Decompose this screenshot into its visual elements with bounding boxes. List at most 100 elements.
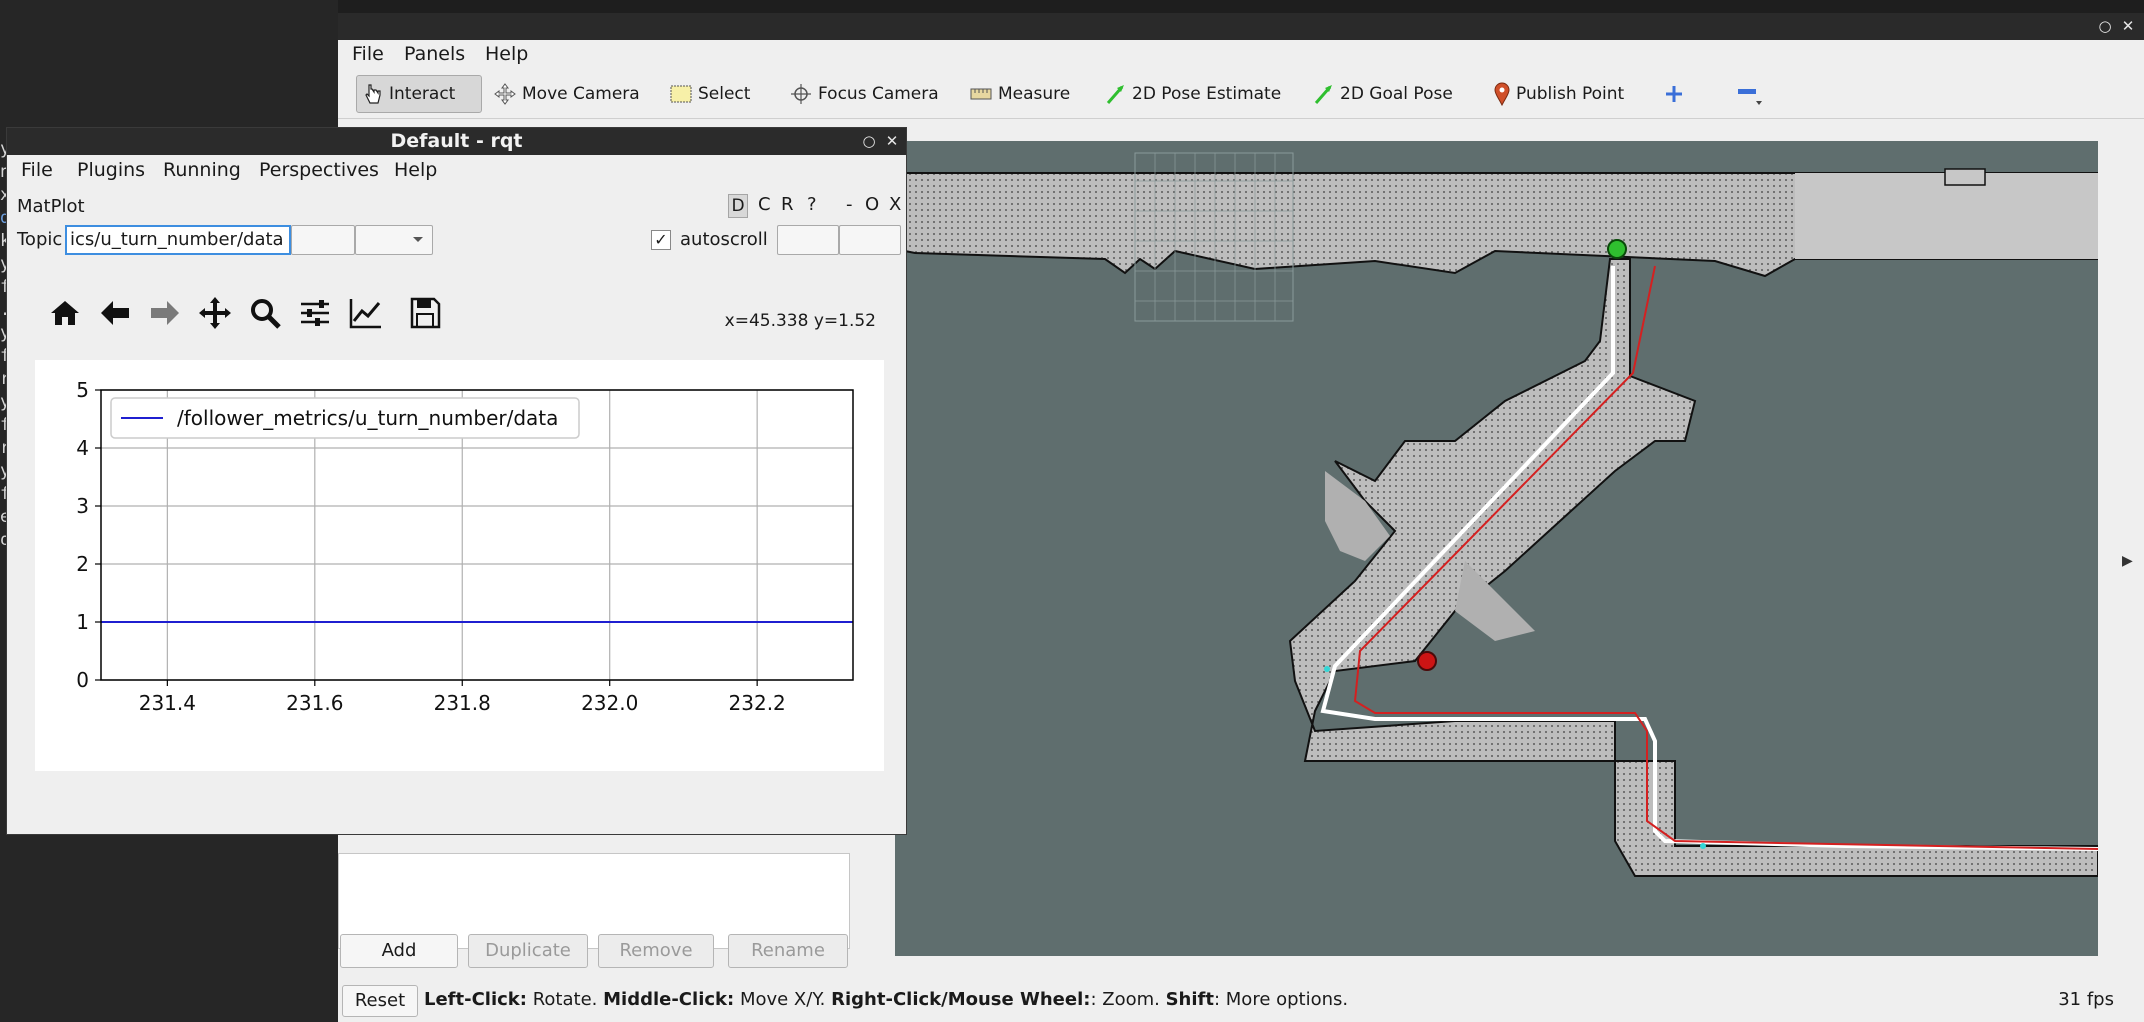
select-icon <box>670 85 692 103</box>
rqt-menu-help[interactable]: Help <box>392 159 439 181</box>
restore-icon[interactable]: ○ <box>2094 15 2116 37</box>
magnifier-icon <box>251 299 281 329</box>
duplicate-display-button[interactable]: Duplicate <box>468 934 588 968</box>
arrow-left-icon <box>101 301 129 325</box>
tool-measure[interactable]: Measure <box>964 75 1076 113</box>
rqt-window-title: Default - rqt <box>390 130 523 152</box>
zoom-button[interactable] <box>247 295 287 335</box>
pose-arrow-icon <box>1106 85 1124 104</box>
menu-file[interactable]: File <box>350 43 386 65</box>
y-tick-label: 2 <box>76 552 89 576</box>
forward-button[interactable] <box>147 295 187 335</box>
plus-icon <box>1666 86 1682 102</box>
reset-button[interactable]: Reset <box>342 985 418 1017</box>
pause-button[interactable] <box>777 225 839 255</box>
line-chart: 231.4 231.6 231.8 232.0 232.2 0 1 2 3 4 5/follower… <box>76 378 854 715</box>
goal-arrow-icon <box>1314 85 1332 104</box>
plugin-config-button[interactable]: C <box>758 194 771 215</box>
edit-axes-button[interactable] <box>347 295 387 335</box>
hint-shift-value: : More options. <box>1213 989 1349 1010</box>
occupancy-map <box>904 152 2098 877</box>
rqt-menu-perspectives[interactable]: Perspectives <box>257 159 381 181</box>
tool-select[interactable]: Select <box>664 75 756 113</box>
rqt-menubar: File Plugins Running Perspectives Help <box>7 156 906 186</box>
hint-left-click-key: Left-Click: <box>424 989 527 1010</box>
plugin-float-button[interactable]: O <box>865 194 879 215</box>
rqt-window: Default - rqt ○ ✕ File Plugins Running P… <box>6 127 907 835</box>
hand-pointer-icon <box>365 84 381 104</box>
plugin-minimize-button[interactable]: - <box>846 194 853 215</box>
plugin-close-button[interactable]: X <box>889 194 901 215</box>
x-tick-label: 232.0 <box>581 691 638 715</box>
clear-button[interactable] <box>839 225 901 255</box>
hint-right-click-key: Right-Click/Mouse Wheel: <box>831 989 1091 1010</box>
hint-middle-click-key: Middle-Click: <box>603 989 735 1010</box>
arrow-right-icon <box>151 301 179 325</box>
line-chart-icon <box>349 299 381 329</box>
subplots-button[interactable] <box>297 295 337 335</box>
tool-focus-camera-label: Focus Camera <box>818 84 939 104</box>
add-display-button[interactable]: Add <box>340 934 458 968</box>
rviz-toolbar: Interact Move Camera Select Focus Camera… <box>338 68 2144 119</box>
tool-publish-point-label: Publish Point <box>1516 84 1625 104</box>
pan-button[interactable] <box>197 295 237 335</box>
autoscroll-checkbox[interactable]: ✓ <box>651 230 671 250</box>
tool-move-camera[interactable]: Move Camera <box>488 75 646 113</box>
x-tick-label: 231.8 <box>434 691 491 715</box>
hint-shift-key: Shift <box>1165 989 1214 1010</box>
plugin-reload-button[interactable]: R <box>781 194 794 215</box>
x-tick-label: 231.6 <box>286 691 343 715</box>
save-icon <box>410 297 441 329</box>
y-tick-label: 3 <box>76 494 89 518</box>
rqt-close-icon[interactable]: ✕ <box>881 130 903 152</box>
rviz-titlebar: ○ ✕ <box>338 13 2144 40</box>
map-pin-icon <box>1494 82 1510 106</box>
focus-camera-icon <box>791 84 811 104</box>
back-button[interactable] <box>97 295 137 335</box>
tool-2d-goal-pose[interactable]: 2D Goal Pose <box>1308 75 1459 113</box>
menu-panels[interactable]: Panels <box>402 43 467 65</box>
rename-display-button[interactable]: Rename <box>728 934 848 968</box>
rqt-menu-plugins[interactable]: Plugins <box>75 159 147 181</box>
3d-viewport[interactable] <box>895 141 2098 956</box>
y-tick-label: 0 <box>76 668 89 692</box>
topic-input-value: ics/u_turn_number/data <box>70 229 284 250</box>
hint-left-click-value: Rotate. <box>532 989 598 1010</box>
rqt-menu-file[interactable]: File <box>19 159 55 181</box>
tool-interact[interactable]: Interact <box>356 75 482 113</box>
plugin-dock-button[interactable]: D <box>728 194 748 218</box>
y-tick-label: 4 <box>76 436 89 460</box>
chevron-down-icon <box>413 237 423 242</box>
sliders-icon <box>301 300 329 326</box>
add-tool-button[interactable] <box>1658 75 1690 113</box>
home-icon <box>51 301 79 325</box>
remove-topic-dropdown[interactable] <box>355 225 433 255</box>
tool-focus-camera[interactable]: Focus Camera <box>784 75 945 113</box>
remove-display-button[interactable]: Remove <box>598 934 714 968</box>
topic-label: Topic <box>17 229 63 250</box>
hint-middle-click-value: Move X/Y. <box>739 989 826 1010</box>
rqt-titlebar: Default - rqt ○ ✕ <box>7 128 906 155</box>
rqt-restore-icon[interactable]: ○ <box>858 130 880 152</box>
close-icon[interactable]: ✕ <box>2117 15 2139 37</box>
y-tick-label: 5 <box>76 378 89 402</box>
x-tick-label: 232.2 <box>729 691 786 715</box>
plugin-help-button[interactable]: ? <box>807 194 817 215</box>
x-tick-label: 231.4 <box>139 691 196 715</box>
add-topic-button[interactable] <box>291 225 355 255</box>
home-button[interactable] <box>47 295 87 335</box>
rviz-menubar: File Panels Help <box>338 40 2144 68</box>
tool-publish-point[interactable]: Publish Point <box>1488 75 1630 113</box>
tool-move-camera-label: Move Camera <box>522 84 640 104</box>
tool-measure-label: Measure <box>998 84 1071 104</box>
topic-input[interactable]: ics/u_turn_number/data <box>65 225 291 255</box>
menu-help[interactable]: Help <box>483 43 530 65</box>
remove-tool-button[interactable] <box>1728 75 1770 113</box>
save-figure-button[interactable] <box>407 295 447 335</box>
tool-2d-pose-estimate[interactable]: 2D Pose Estimate <box>1100 75 1287 113</box>
expand-right-panel-icon[interactable]: ▶ <box>2122 553 2133 569</box>
minus-icon <box>1738 89 1762 105</box>
rqt-menu-running[interactable]: Running <box>161 159 243 181</box>
plot-figure[interactable]: 231.4 231.6 231.8 232.0 232.2 0 1 2 3 4 5/follower… <box>35 360 884 771</box>
ruler-icon <box>970 88 992 100</box>
